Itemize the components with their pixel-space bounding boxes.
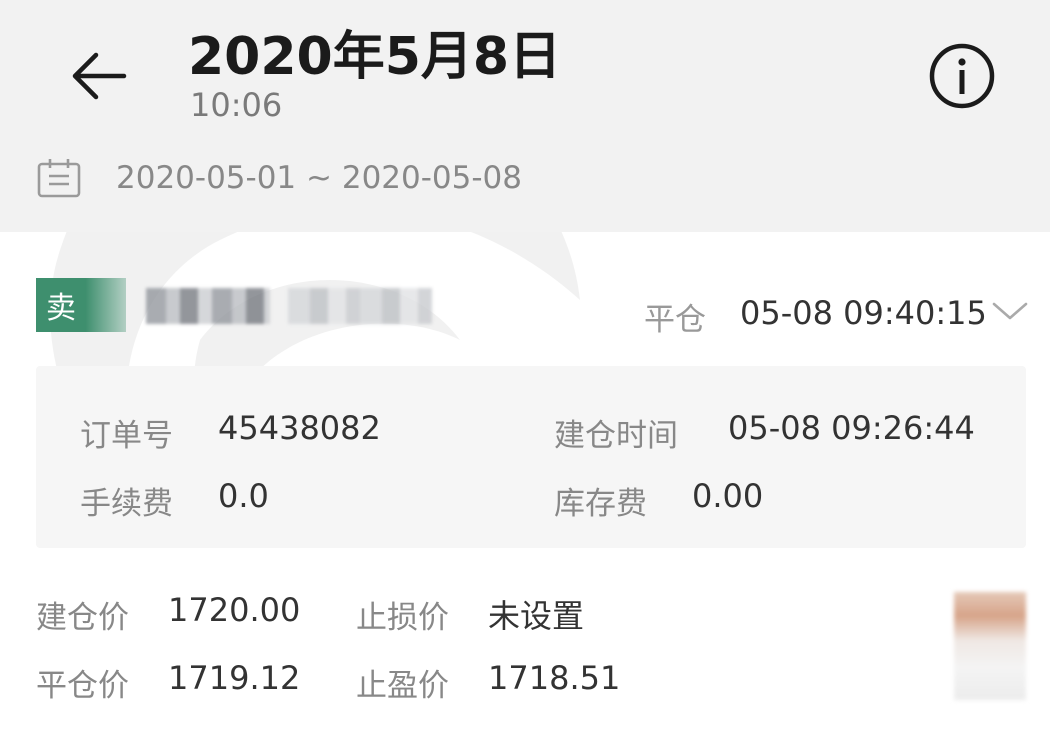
redacted-product-name [146,288,270,324]
chevron-down-icon[interactable] [990,296,1030,326]
sell-badge: 卖 [36,278,126,332]
info-icon [929,43,995,109]
open-price-label: 建仓价 [36,600,129,636]
order-number-value: 45438082 [218,409,381,447]
fee-label: 手续费 [80,486,173,522]
back-button[interactable] [62,40,134,112]
close-price-label: 平仓价 [36,668,129,704]
header-bar: 2020年5月8日 10:06 2020-05-01 ~ 2020-05-08 [0,0,1050,232]
close-status-label: 平仓 [644,302,706,338]
take-profit-label: 止盈价 [356,668,449,704]
date-range-row[interactable]: 2020-05-01 ~ 2020-05-08 [36,158,522,198]
storage-fee-value: 0.00 [692,477,764,515]
date-range-text: 2020-05-01 ~ 2020-05-08 [116,160,522,196]
close-price-value: 1719.12 [168,659,301,697]
open-price-value: 1720.00 [168,591,301,629]
open-time-label: 建仓时间 [554,418,678,454]
calendar-icon [37,159,81,198]
order-card: 卖 平仓 05-08 09:40:15 订单号 45438082 建仓时间 05… [0,232,1050,740]
open-time-value: 05-08 09:26:44 [728,409,975,447]
close-time: 05-08 09:40:15 [740,294,987,332]
storage-fee-label: 库存费 [554,486,647,522]
info-button[interactable] [926,40,998,112]
order-detail-panel: 订单号 45438082 建仓时间 05-08 09:26:44 手续费 0.0… [36,366,1026,548]
redacted-thumbnail [954,592,1026,700]
page-title: 2020年5月8日 [188,27,562,87]
sell-badge-label: 卖 [46,291,76,326]
take-profit-value: 1718.51 [488,659,621,697]
back-arrow-icon [72,52,127,100]
order-number-label: 订单号 [80,418,173,454]
fee-value: 0.0 [218,477,269,515]
page-subtitle-time: 10:06 [190,86,283,124]
stop-loss-value: 未设置 [488,597,585,635]
redacted-product-code [288,288,432,324]
stop-loss-label: 止损价 [356,600,449,636]
